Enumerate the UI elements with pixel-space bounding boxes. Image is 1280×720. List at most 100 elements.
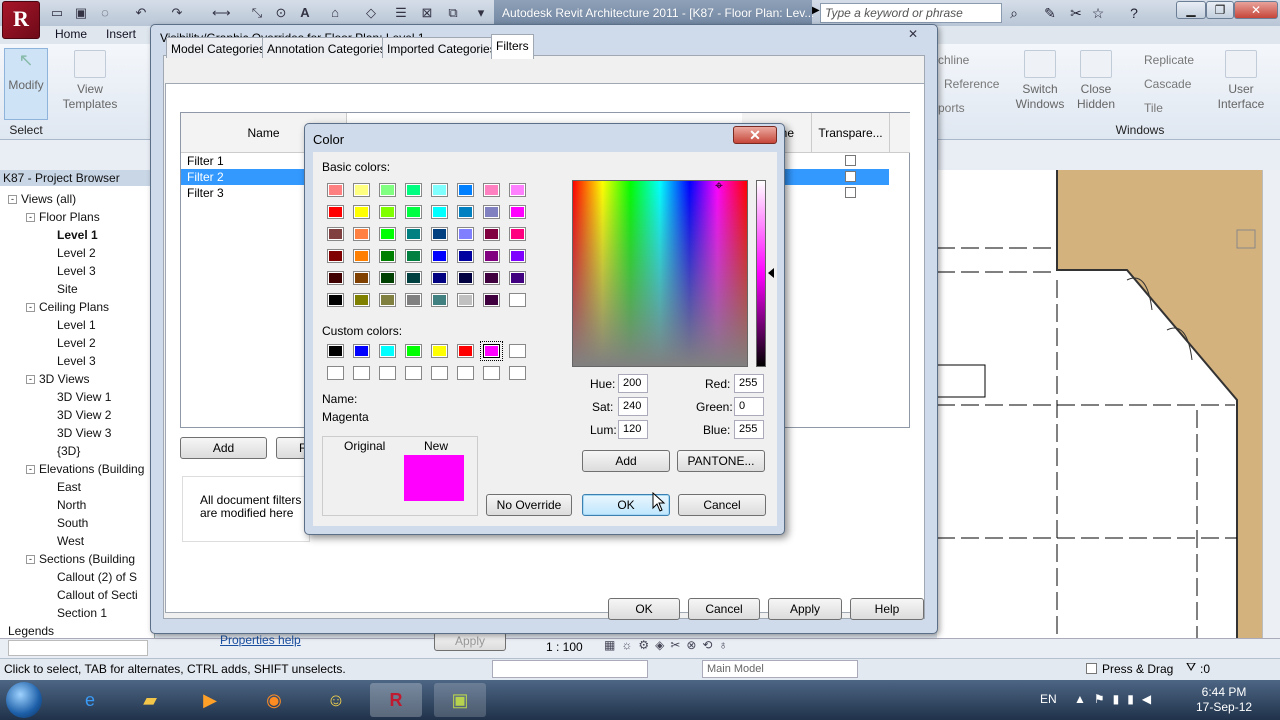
view-templates-button[interactable]: View Templates xyxy=(58,50,122,112)
browser-tree-item[interactable]: 3D View 3 xyxy=(8,424,153,442)
crosshair-icon[interactable]: ⌖ xyxy=(712,178,726,192)
blue-field[interactable]: 255 xyxy=(734,420,764,439)
replicate-button[interactable]: Replicate xyxy=(1144,53,1194,67)
close-window-button[interactable]: ✕ xyxy=(1234,1,1278,19)
no-override-button[interactable]: No Override xyxy=(486,494,572,516)
color-cancel-button[interactable]: Cancel xyxy=(678,494,766,516)
basic-color-swatch[interactable] xyxy=(379,227,396,241)
green-field[interactable]: 0 xyxy=(734,397,764,416)
transparent-checkbox-filter-1[interactable] xyxy=(845,155,856,166)
basic-color-swatch[interactable] xyxy=(405,271,422,285)
basic-color-swatch[interactable] xyxy=(431,271,448,285)
revit-taskbar-icon[interactable]: R xyxy=(370,683,422,717)
transparent-checkbox-filter-3[interactable] xyxy=(845,187,856,198)
tab-annotation-categories[interactable]: Annotation Categories xyxy=(262,37,391,58)
add-custom-color-button[interactable]: Add xyxy=(582,450,670,472)
sync-icon[interactable]: ◌ xyxy=(96,4,114,22)
custom-color-swatch[interactable] xyxy=(480,341,503,361)
browser-tree-item[interactable]: South xyxy=(8,514,153,532)
lum-field[interactable]: 120 xyxy=(618,420,648,439)
browser-tree-item[interactable]: North xyxy=(8,496,153,514)
expand-toggle-icon[interactable]: - xyxy=(26,375,35,385)
custom-color-swatch[interactable] xyxy=(327,366,344,380)
custom-color-swatch[interactable] xyxy=(457,366,474,380)
messenger-icon[interactable]: ☺ xyxy=(310,683,362,717)
vg-ok-button[interactable]: OK xyxy=(608,598,680,620)
restore-button[interactable]: ❐ xyxy=(1206,1,1234,19)
minimize-button[interactable]: ▁ xyxy=(1176,1,1206,19)
browser-tree-item[interactable]: - Elevations (Building xyxy=(8,460,153,478)
press-drag-checkbox[interactable] xyxy=(1086,663,1097,674)
basic-color-swatch[interactable] xyxy=(353,293,370,307)
firefox-icon[interactable]: ◉ xyxy=(248,683,300,717)
browser-tree-item[interactable]: Site xyxy=(8,280,153,298)
basic-color-swatch[interactable] xyxy=(405,249,422,263)
vg-apply-button[interactable]: Apply xyxy=(768,598,842,620)
browser-tree-item[interactable]: Level 1 xyxy=(8,226,153,244)
custom-color-swatch[interactable] xyxy=(457,344,474,358)
luminosity-slider[interactable] xyxy=(756,180,766,367)
basic-color-swatch[interactable] xyxy=(327,183,344,197)
basic-color-swatch[interactable] xyxy=(509,183,526,197)
basic-color-swatch[interactable] xyxy=(509,205,526,219)
basic-color-swatch[interactable] xyxy=(457,293,474,307)
basic-color-swatch[interactable] xyxy=(327,271,344,285)
subscription-icon[interactable]: ✎ xyxy=(1040,4,1060,22)
basic-color-swatch[interactable] xyxy=(483,227,500,241)
browser-tree-item[interactable]: - Views (all) xyxy=(8,190,153,208)
qat-dropdown-icon[interactable]: ▾ xyxy=(472,4,490,22)
basic-color-swatch[interactable] xyxy=(353,227,370,241)
user-interface-button[interactable]: User Interface xyxy=(1216,50,1266,112)
browser-tree-item[interactable]: Level 3 xyxy=(8,262,153,280)
internet-explorer-icon[interactable]: e xyxy=(64,683,116,717)
browser-tree-item[interactable]: West xyxy=(8,532,153,550)
tab-model-categories[interactable]: Model Categories xyxy=(166,37,271,58)
measure-icon[interactable]: ⟷ xyxy=(212,4,231,22)
basic-color-swatch[interactable] xyxy=(379,293,396,307)
modify-button[interactable]: ↖ Modify xyxy=(4,48,48,120)
properties-help-link[interactable]: Properties help xyxy=(220,633,301,647)
basic-color-swatch[interactable] xyxy=(353,249,370,263)
vg-close-icon[interactable]: ✕ xyxy=(899,27,927,43)
basic-color-swatch[interactable] xyxy=(327,249,344,263)
custom-color-swatch[interactable] xyxy=(353,366,370,380)
tray-clock[interactable]: 6:44 PM 17-Sep-12 xyxy=(1196,685,1252,715)
basic-color-swatch[interactable] xyxy=(431,293,448,307)
basic-color-swatch[interactable] xyxy=(353,183,370,197)
browser-tree-item[interactable]: - Sections (Building xyxy=(8,550,153,568)
browser-tree-item[interactable]: {3D} xyxy=(8,442,153,460)
browser-tree-item[interactable]: Section 1 xyxy=(8,604,153,622)
color-spectrum[interactable] xyxy=(572,180,748,367)
basic-color-swatch[interactable] xyxy=(405,293,422,307)
browser-tree-item[interactable]: 3D View 1 xyxy=(8,388,153,406)
browser-tree-item[interactable]: - Ceiling Plans xyxy=(8,298,153,316)
3d-view-icon[interactable]: ⌂ xyxy=(326,4,344,22)
browser-tree-item[interactable]: Level 3 xyxy=(8,352,153,370)
tray-icons[interactable]: ▲⚑▮▮◀ xyxy=(1074,692,1159,706)
undo-icon[interactable]: ↶ xyxy=(132,4,150,22)
section-icon[interactable]: ◇ xyxy=(362,4,380,22)
redo-icon[interactable]: ↷ xyxy=(168,4,186,22)
basic-color-swatch[interactable] xyxy=(509,227,526,241)
browser-scrollbar[interactable] xyxy=(8,640,148,656)
browser-tree-item[interactable]: Level 2 xyxy=(8,334,153,352)
basic-color-swatch[interactable] xyxy=(431,227,448,241)
basic-color-swatch[interactable] xyxy=(457,227,474,241)
basic-color-swatch[interactable] xyxy=(327,205,344,219)
color-close-icon[interactable]: ✕ xyxy=(733,126,777,144)
basic-color-swatch[interactable] xyxy=(431,249,448,263)
browser-tree-item[interactable]: -3D Views xyxy=(8,370,153,388)
design-option-dropdown[interactable]: Main Model xyxy=(702,660,858,678)
basic-color-swatch[interactable] xyxy=(327,293,344,307)
basic-color-swatch[interactable] xyxy=(379,205,396,219)
add-filter-button[interactable]: Add xyxy=(180,437,267,459)
expand-toggle-icon[interactable]: - xyxy=(26,303,35,313)
title-arrow-icon[interactable]: ▶ xyxy=(812,5,820,16)
basic-color-swatch[interactable] xyxy=(483,205,500,219)
custom-color-swatch[interactable] xyxy=(509,366,526,380)
basic-color-swatch[interactable] xyxy=(379,271,396,285)
save-icon[interactable]: ▣ xyxy=(72,4,90,22)
tab-imported-categories[interactable]: Imported Categories xyxy=(382,37,501,58)
basic-color-swatch[interactable] xyxy=(483,293,500,307)
custom-color-swatch[interactable] xyxy=(431,366,448,380)
